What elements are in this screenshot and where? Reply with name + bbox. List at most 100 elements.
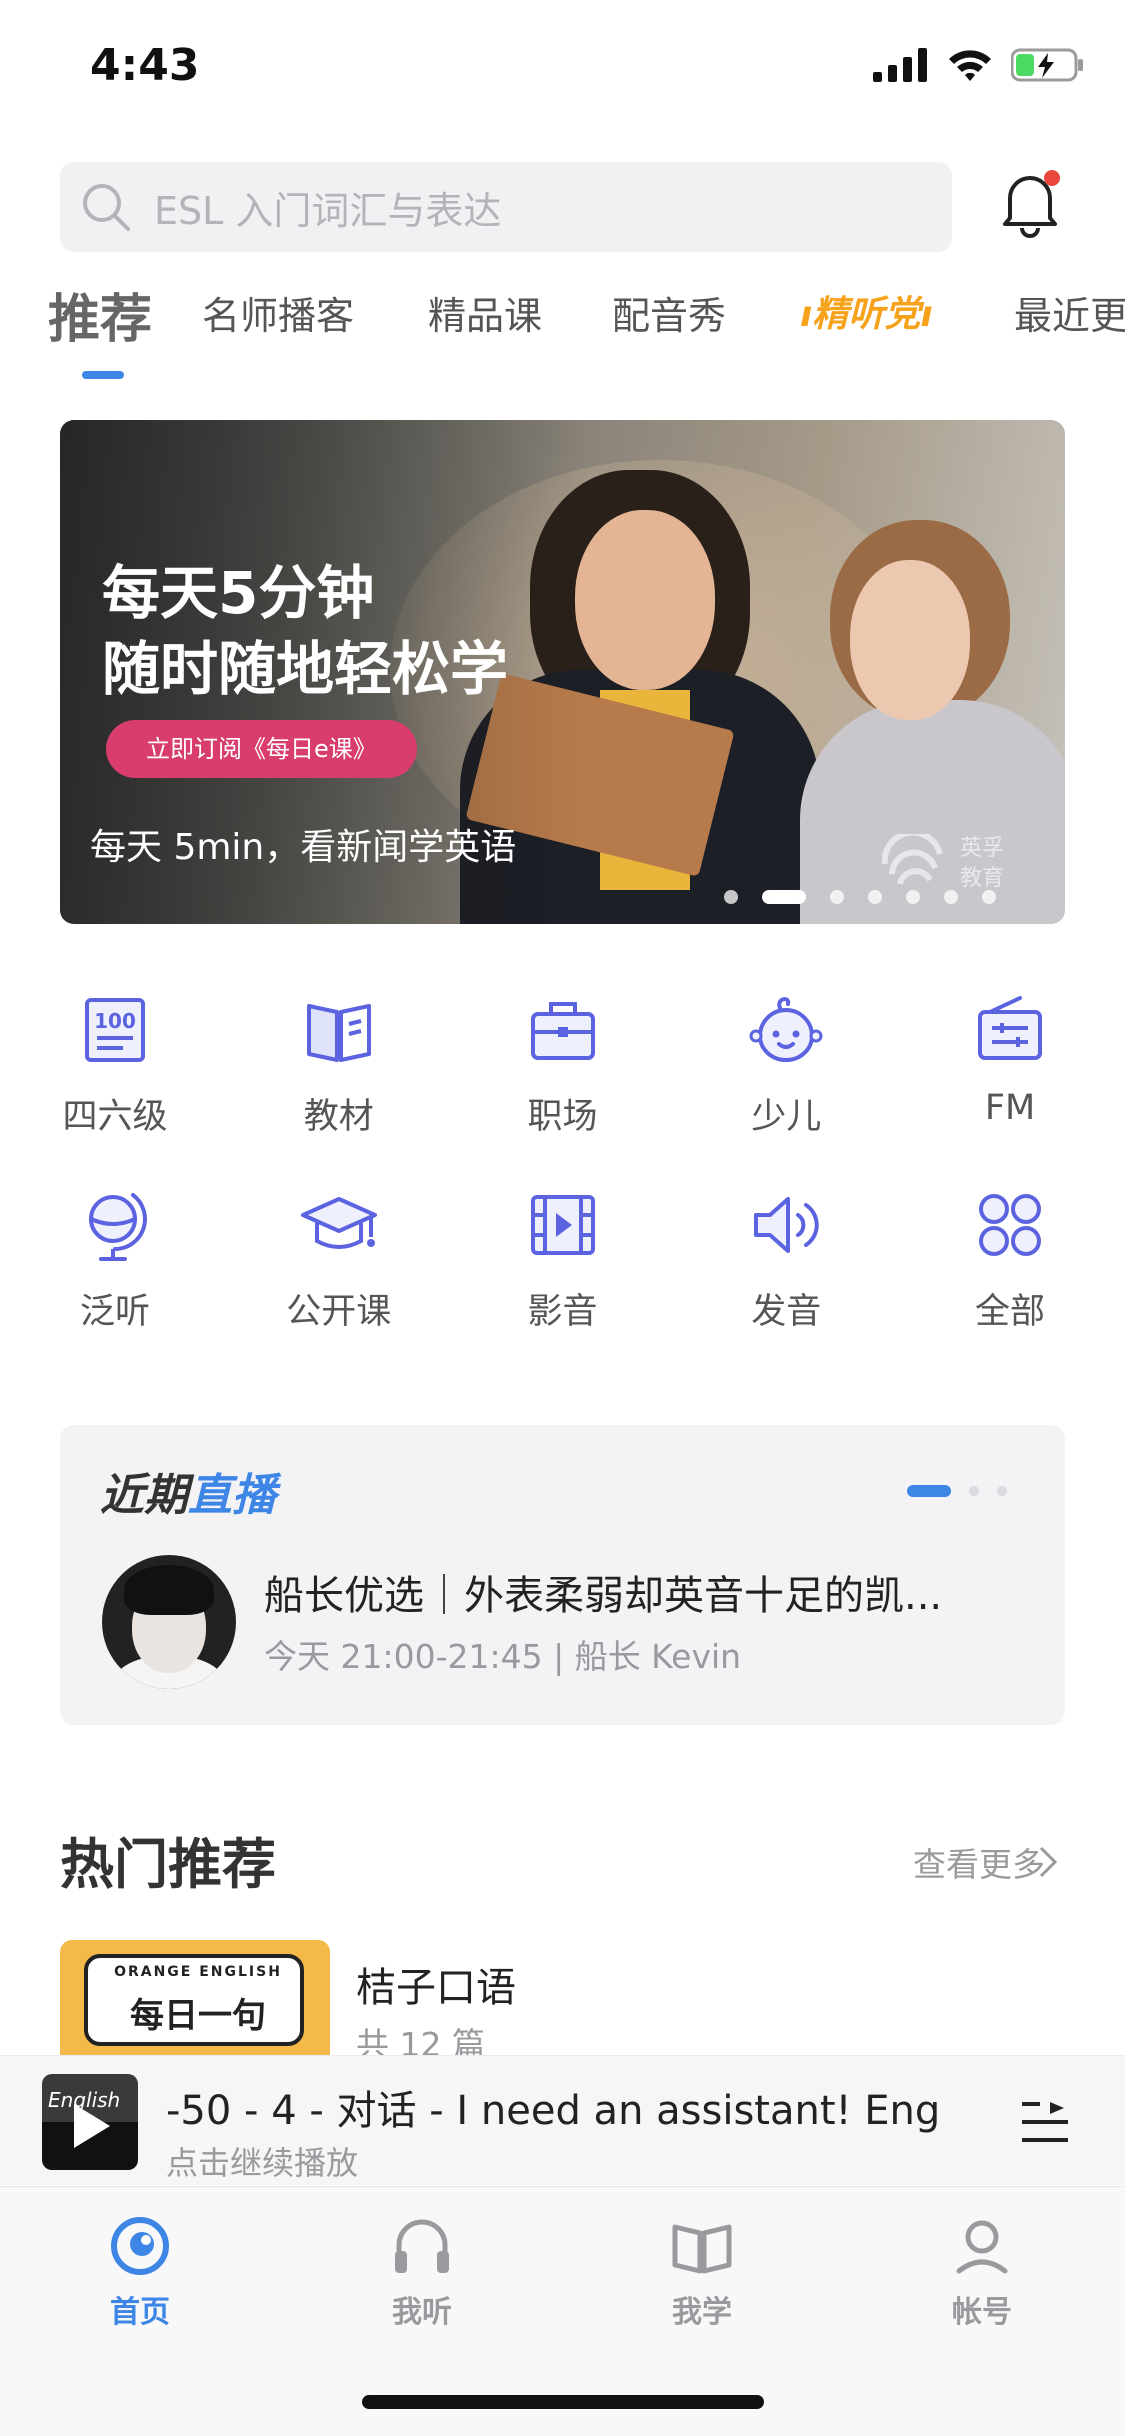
tabbar-label: 首页 [110,2295,170,2330]
tabbar-label: 帐号 [952,2295,1012,2330]
banner-dot [868,890,882,904]
search-placeholder: ESL 入门词汇与表达 [154,188,502,233]
tabbar-label: 我听 [392,2295,452,2330]
status-time: 4:43 [90,40,200,91]
notification-bell-icon[interactable] [998,168,1062,238]
promo-banner[interactable]: 每天5分钟 随时随地轻松学 立即订阅《每日e课》 每天 5min，看新闻学英语 … [60,420,1065,924]
banner-dot [830,890,844,904]
banner-caption: 每天 5min，看新闻学英语 [90,827,517,868]
chevron-right-icon[interactable] [1037,1842,1059,1882]
radio-icon [978,996,1042,1060]
live-pagination [907,1485,1007,1497]
category-label: 泛听 [79,1292,150,1332]
banner-photo-second-woman-face [850,560,970,720]
tab-intensive-listening-label: 精听党 [812,294,921,335]
category-extensive-listening[interactable]: 泛听 [40,1185,190,1380]
play-icon[interactable] [74,2104,110,2148]
banner-dot [982,890,996,904]
tab-dubbing-show[interactable]: 配音秀 [612,285,726,340]
category-kids[interactable]: 少儿 [711,990,861,1185]
ef-logo-text-1: 英孚 [960,836,1005,861]
tabbar-learn[interactable]: 我学 [622,2213,782,2331]
tabbar-home[interactable]: 首页 [60,2213,220,2331]
grid-icon [979,1194,1041,1256]
subscribe-button[interactable]: 立即订阅《每日e课》 [106,720,417,778]
player-track-title: -50 - 4 - 对话 - I need an assistant! Eng [166,2088,941,2134]
category-label: 少儿 [751,1097,822,1137]
search-icon [83,184,130,231]
headphones-icon [395,2219,449,2273]
tab-intensive-listening[interactable]: ı精听党ı [800,285,933,337]
live-headline: 船长优选｜外表柔弱却英音十足的凯... [264,1573,943,1619]
banner-dot-active [762,890,806,904]
home-indicator [362,2395,764,2409]
thumb-speech-bubble: ORANGE ENGLISH 每日一句 [84,1954,304,2046]
home-target-icon [111,2217,169,2275]
graduation-cap-icon [300,1197,377,1249]
cellular-signal-icon [873,48,927,82]
banner-dot [944,890,958,904]
active-tab-indicator [82,371,124,379]
status-icons [873,48,1085,82]
hot-section-title: 热门推荐 [60,1833,276,1896]
category-label: 影音 [527,1292,598,1332]
wifi-icon [949,50,991,81]
category-label: 教材 [303,1097,374,1137]
category-pronunciation[interactable]: 发音 [711,1185,861,1380]
category-label: FM [984,1088,1036,1128]
category-grid: 100 四六级 教材 职场 少儿 FM 泛听 公开课 影音 发音 全部 [40,990,1085,1380]
category-all[interactable]: 全部 [935,1185,1085,1380]
player-thumbnail[interactable]: English [42,2074,138,2170]
search-input[interactable]: ESL 入门词汇与表达 [60,162,952,252]
avatar-hair [124,1565,214,1615]
category-workplace[interactable]: 职场 [488,990,638,1185]
ef-logo-text-2: 教育 [960,866,1005,891]
category-label: 发音 [751,1292,822,1332]
category-tabs: 推荐 名师播客 精品课 配音秀 ı精听党ı 最近更 [0,285,1125,395]
tab-recommend[interactable]: 推荐 [48,285,152,352]
tabbar-account[interactable]: 帐号 [902,2213,1062,2331]
tab-premium-course[interactable]: 精品课 [428,285,542,340]
mini-player[interactable]: English -50 - 4 - 对话 - I need an assista… [0,2055,1125,2185]
player-continue-hint: 点击继续播放 [166,2144,359,2182]
playlist-icon[interactable] [1020,2100,1070,2144]
svg-text:100: 100 [94,1009,136,1033]
live-dot [997,1486,1007,1496]
category-label: 职场 [527,1097,598,1137]
category-open-course[interactable]: 公开课 [264,1185,414,1380]
category-cet[interactable]: 100 四六级 [40,990,190,1185]
live-dot [969,1486,979,1496]
film-icon [530,1195,595,1255]
status-bar: 4:43 [0,0,1125,140]
tabbar-listen[interactable]: 我听 [342,2213,502,2331]
user-icon [956,2220,1008,2274]
banner-dot [724,890,738,904]
banner-title-line2: 随时随地轻松学 [102,635,509,703]
banner-title-line1: 每天5分钟 [102,559,375,627]
category-textbook[interactable]: 教材 [264,990,414,1185]
speaker-icon [754,1197,819,1253]
category-label: 全部 [974,1292,1045,1332]
avatar [102,1555,236,1689]
live-title-part-b: 直播 [188,1470,276,1521]
banner-dot [906,890,920,904]
banner-title: 每天5分钟 随时随地轻松学 [102,555,508,707]
textbook-icon [306,1004,371,1062]
category-video[interactable]: 影音 [488,1185,638,1380]
globe-icon [89,1193,147,1261]
battery-charging-icon [1011,48,1083,82]
live-section-title: 近期直播 [100,1459,276,1523]
category-label: 公开课 [286,1292,392,1332]
tab-teacher-podcast[interactable]: 名师播客 [202,285,354,340]
banner-pagination [724,890,996,904]
recommend-thumbnail[interactable]: ORANGE ENGLISH 每日一句 [60,1940,330,2060]
ef-logo-mark-icon [881,834,943,885]
recommend-title[interactable]: 桔子口语 [356,1955,516,2013]
briefcase-icon [530,1002,595,1060]
category-fm[interactable]: FM [935,990,1085,1185]
view-more-link[interactable]: 查看更多 [913,1838,1045,1886]
live-broadcast-card[interactable]: 近期直播 船长优选｜外表柔弱却英音十足的凯... 今天 21:00-21:45 … [60,1425,1065,1725]
tab-recently-updated[interactable]: 最近更 [1014,285,1125,340]
live-title-part-a: 近期 [100,1470,188,1521]
open-book-icon [672,2224,732,2274]
